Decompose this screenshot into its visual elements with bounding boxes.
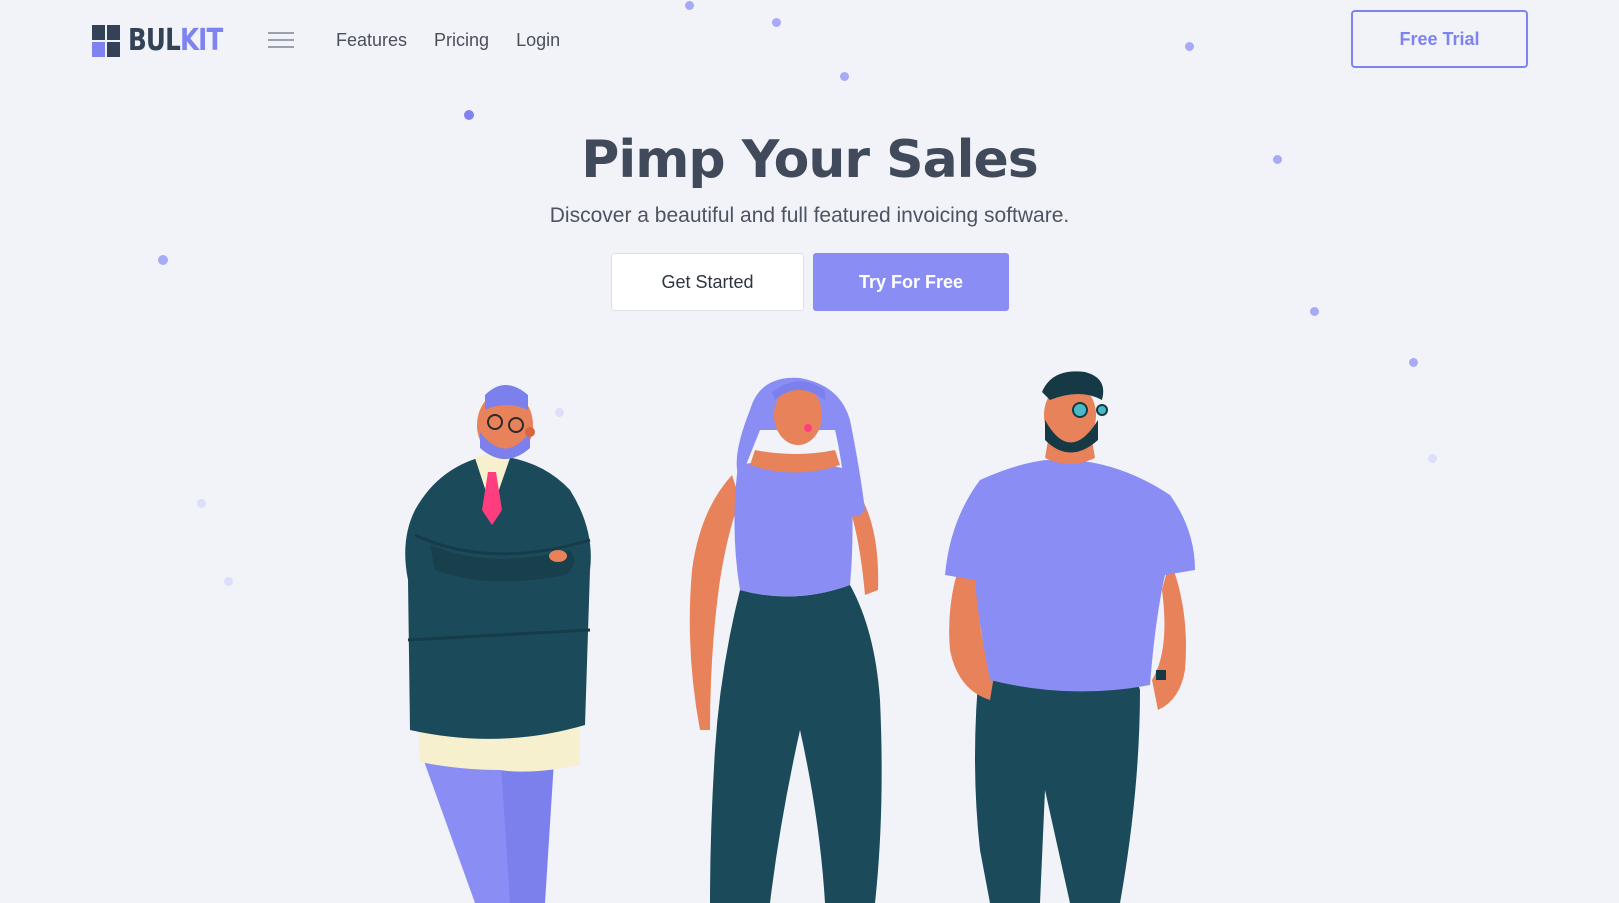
try-for-free-button[interactable]: Try For Free	[813, 253, 1009, 311]
bearded-man-figure	[945, 371, 1195, 903]
hero-subtitle: Discover a beautiful and full featured i…	[549, 204, 1070, 227]
decorative-dot	[1409, 358, 1418, 367]
hero-title: Pimp Your Sales	[581, 130, 1038, 190]
brand-wordmark: BULKIT	[128, 23, 223, 58]
get-started-button[interactable]: Get Started	[611, 253, 804, 311]
brand-name-part2: KIT	[179, 23, 223, 58]
nav-links: Features Pricing Login	[336, 29, 560, 51]
woman-figure	[689, 377, 882, 903]
three-people-illustration	[405, 371, 1195, 903]
decorative-dot	[197, 499, 206, 508]
brand-logo[interactable]: BULKIT	[92, 24, 243, 58]
decorative-dot	[158, 255, 168, 265]
decorative-dot	[224, 577, 233, 586]
brand-name-part1: BUL	[128, 23, 181, 58]
landing-page: BULKIT Features Pricing Login Free Trial…	[0, 0, 1619, 903]
decorative-dot	[1310, 307, 1319, 316]
logo-mark-icon	[92, 25, 120, 57]
navbar: BULKIT Features Pricing Login Free Trial	[0, 0, 1619, 80]
nav-link-features[interactable]: Features	[336, 29, 407, 51]
hero-actions: Get Started Try For Free	[611, 253, 1009, 311]
decorative-dot	[1428, 454, 1437, 463]
free-trial-button[interactable]: Free Trial	[1351, 10, 1528, 68]
man-in-suit-figure	[405, 385, 591, 903]
hamburger-icon[interactable]	[268, 31, 294, 49]
decorative-dot	[464, 110, 474, 120]
nav-link-login[interactable]: Login	[516, 29, 560, 51]
nav-link-pricing[interactable]: Pricing	[434, 29, 489, 51]
